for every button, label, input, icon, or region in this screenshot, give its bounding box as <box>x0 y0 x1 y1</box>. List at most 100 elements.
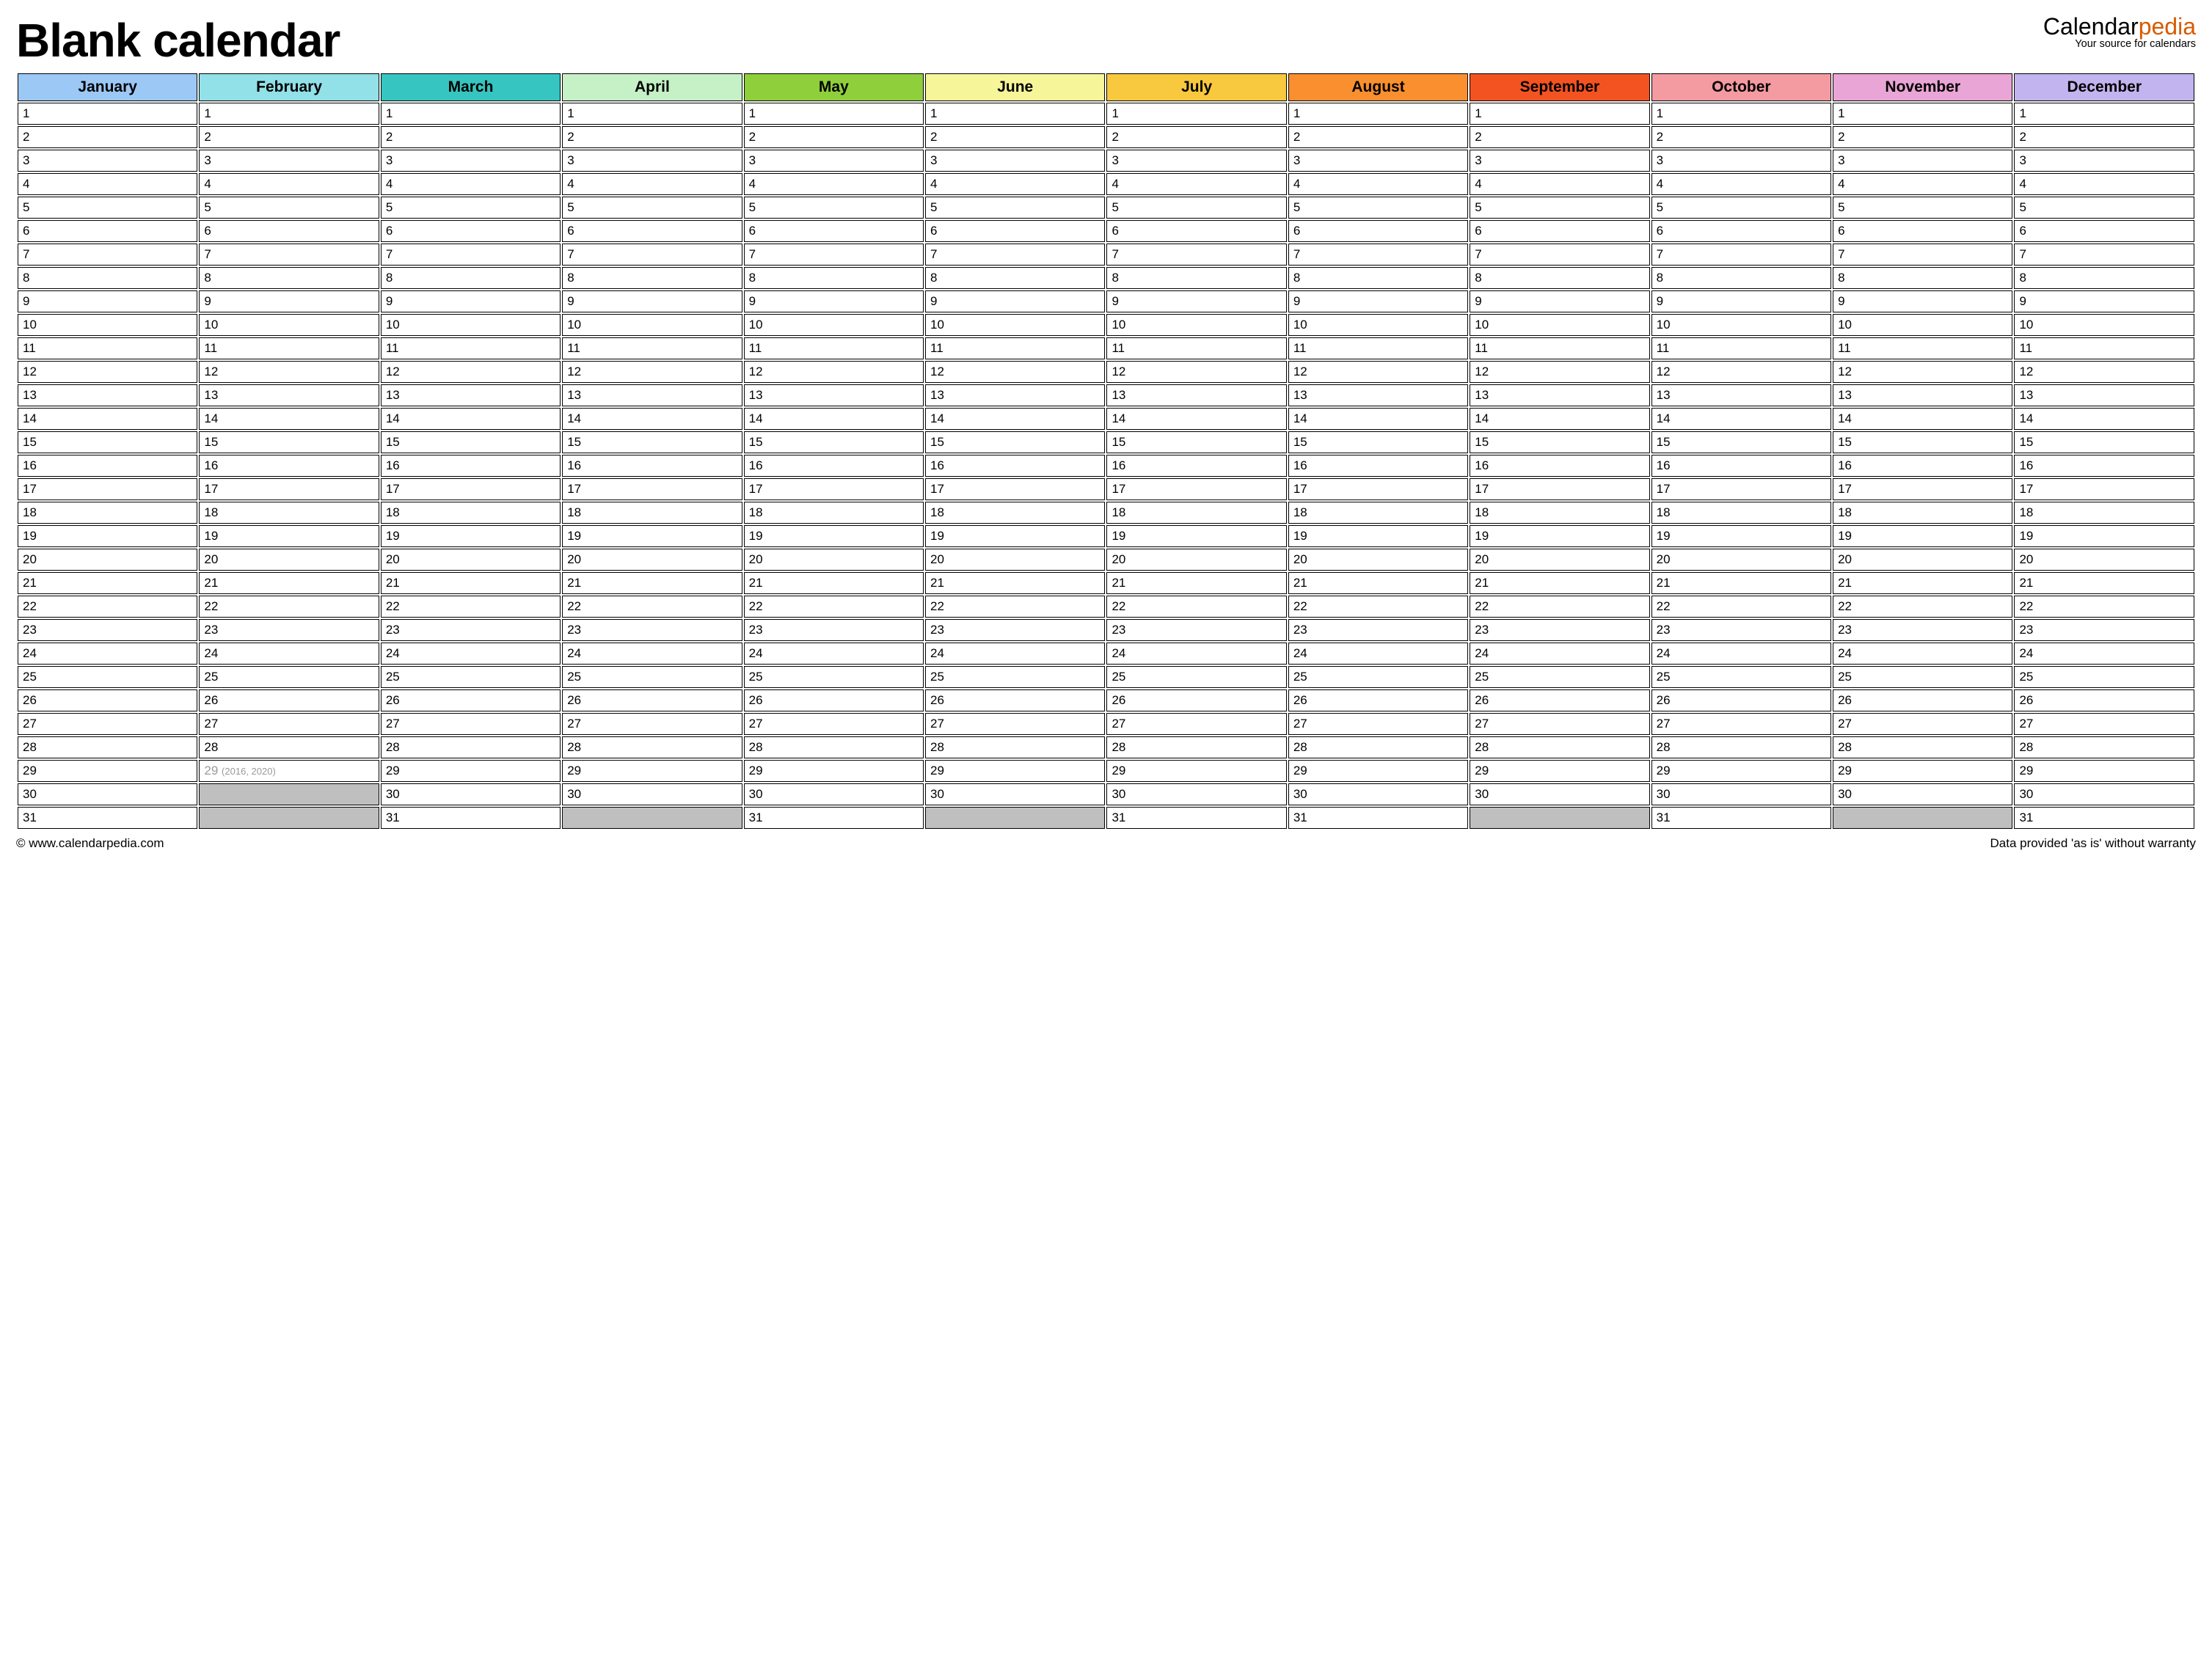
day-row: 282828282828282828282828 <box>18 736 2194 758</box>
month-header: June <box>925 73 1105 101</box>
day-cell: 11 <box>18 337 197 359</box>
day-row: 888888888888 <box>18 267 2194 289</box>
day-cell: 11 <box>1106 337 1286 359</box>
day-cell: 22 <box>1833 596 2012 618</box>
day-row: 121212121212121212121212 <box>18 361 2194 383</box>
day-cell: 26 <box>199 689 379 711</box>
footer: © www.calendarpedia.com Data provided 'a… <box>16 836 2196 851</box>
day-cell: 11 <box>1651 337 1831 359</box>
day-cell: 5 <box>1651 197 1831 219</box>
day-cell: 19 <box>562 525 742 547</box>
day-row: 31 31 31 3131 31 31 <box>18 807 2194 829</box>
day-cell: 25 <box>18 666 197 688</box>
day-row: 171717171717171717171717 <box>18 478 2194 500</box>
day-cell: 7 <box>2014 244 2194 266</box>
day-cell: 26 <box>562 689 742 711</box>
day-cell: 29 <box>1651 760 1831 782</box>
day-cell: 8 <box>1651 267 1831 289</box>
day-row: 141414141414141414141414 <box>18 408 2194 430</box>
day-cell: 3 <box>1833 150 2012 172</box>
day-cell: 28 <box>1833 736 2012 758</box>
day-cell: 9 <box>1470 290 1649 312</box>
day-cell: 16 <box>562 455 742 477</box>
day-cell: 3 <box>1651 150 1831 172</box>
day-cell: 18 <box>1833 502 2012 524</box>
footer-left: © www.calendarpedia.com <box>16 836 164 851</box>
day-cell: 24 <box>199 643 379 665</box>
day-cell: 27 <box>1651 713 1831 735</box>
day-cell: 1 <box>925 103 1105 125</box>
day-cell: 20 <box>925 549 1105 571</box>
day-cell: 5 <box>1470 197 1649 219</box>
day-cell: 10 <box>18 314 197 336</box>
day-cell: 28 <box>1106 736 1286 758</box>
day-cell: 7 <box>199 244 379 266</box>
day-cell: 5 <box>18 197 197 219</box>
day-row: 151515151515151515151515 <box>18 431 2194 453</box>
day-cell: 22 <box>381 596 561 618</box>
day-cell: 7 <box>744 244 924 266</box>
day-cell: 29 <box>1470 760 1649 782</box>
day-cell: 8 <box>1833 267 2012 289</box>
day-cell: 5 <box>562 197 742 219</box>
day-cell: 25 <box>1651 666 1831 688</box>
day-cell: 2 <box>18 126 197 148</box>
day-row: 111111111111 <box>18 103 2194 125</box>
day-cell: 8 <box>2014 267 2194 289</box>
day-cell: 13 <box>199 384 379 406</box>
day-cell: 6 <box>2014 220 2194 242</box>
day-cell: 14 <box>2014 408 2194 430</box>
day-cell: 1 <box>1651 103 1831 125</box>
day-cell: 11 <box>199 337 379 359</box>
day-cell: 10 <box>1651 314 1831 336</box>
day-cell: 12 <box>925 361 1105 383</box>
day-cell: 26 <box>1651 689 1831 711</box>
day-cell: 10 <box>562 314 742 336</box>
day-cell: 21 <box>199 572 379 594</box>
day-cell: 16 <box>381 455 561 477</box>
day-cell: 27 <box>2014 713 2194 735</box>
day-cell: 19 <box>925 525 1105 547</box>
day-cell: 31 <box>2014 807 2194 829</box>
day-cell: 28 <box>381 736 561 758</box>
day-cell: 28 <box>562 736 742 758</box>
day-cell: 7 <box>1470 244 1649 266</box>
day-cell: 5 <box>199 197 379 219</box>
day-cell: 8 <box>18 267 197 289</box>
day-cell: 24 <box>1651 643 1831 665</box>
month-header: August <box>1288 73 1468 101</box>
day-cell: 25 <box>1470 666 1649 688</box>
day-cell: 8 <box>562 267 742 289</box>
day-cell: 26 <box>18 689 197 711</box>
day-cell: 24 <box>562 643 742 665</box>
day-cell: 12 <box>2014 361 2194 383</box>
day-cell: 10 <box>925 314 1105 336</box>
day-cell: 30 <box>1106 783 1286 805</box>
day-cell: 28 <box>199 736 379 758</box>
day-cell: 29 <box>1288 760 1468 782</box>
day-cell: 23 <box>1288 619 1468 641</box>
day-cell: 11 <box>744 337 924 359</box>
day-cell: 24 <box>744 643 924 665</box>
day-cell: 2 <box>744 126 924 148</box>
day-cell: 3 <box>925 150 1105 172</box>
day-cell: 15 <box>744 431 924 453</box>
day-cell: 11 <box>2014 337 2194 359</box>
day-cell: 22 <box>1651 596 1831 618</box>
day-cell: 9 <box>199 290 379 312</box>
day-cell: 19 <box>1833 525 2012 547</box>
day-cell: 31 <box>18 807 197 829</box>
day-cell: 13 <box>744 384 924 406</box>
day-cell: 1 <box>1288 103 1468 125</box>
day-row: 202020202020202020202020 <box>18 549 2194 571</box>
day-cell: 8 <box>1470 267 1649 289</box>
day-cell: 21 <box>2014 572 2194 594</box>
month-header: May <box>744 73 924 101</box>
day-cell: 2 <box>562 126 742 148</box>
day-cell: 4 <box>1651 173 1831 195</box>
day-cell: 14 <box>1106 408 1286 430</box>
day-cell <box>562 807 742 829</box>
day-cell: 16 <box>1106 455 1286 477</box>
day-cell: 23 <box>1651 619 1831 641</box>
day-cell: 15 <box>18 431 197 453</box>
